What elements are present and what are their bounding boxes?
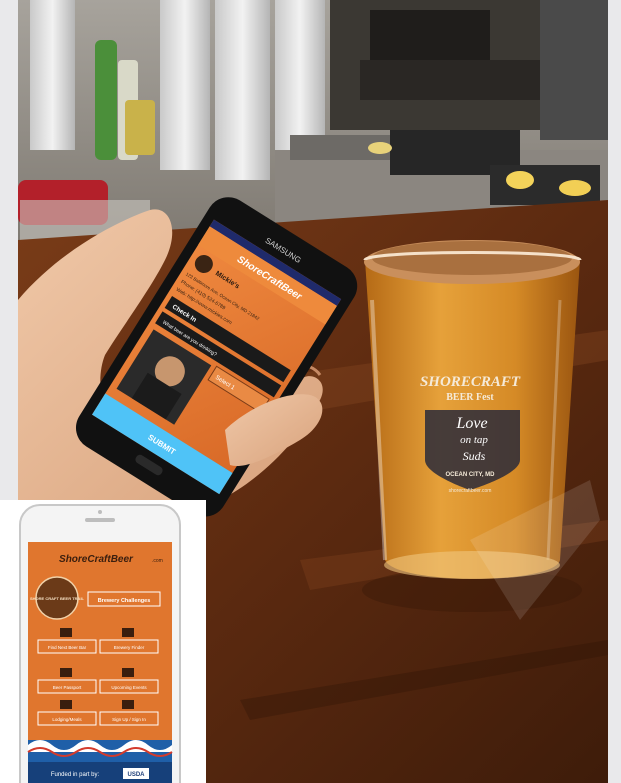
- glass-url: shorecraftbeer.com: [449, 488, 492, 494]
- brewery-finder-icon: [122, 628, 134, 637]
- grid-label-5: Sign Up / Sign In: [112, 717, 146, 722]
- inset-logo: ShoreCraftBeer: [59, 554, 134, 565]
- beer-bar-icon: [60, 628, 72, 637]
- glass-slogan-2: on tap: [460, 434, 488, 446]
- user-icon: [122, 700, 134, 709]
- glass-brand-bottom: BEER Fest: [446, 392, 494, 403]
- glass-location: OCEAN CITY, MD: [445, 472, 495, 478]
- brewery-challenges-label: Brewery Challenges: [98, 598, 151, 604]
- waves-footer: Funded in part by: USDA: [27, 740, 173, 783]
- lodging-icon: [60, 700, 72, 709]
- grid-label-3: Upcoming Events: [111, 685, 147, 690]
- glass-brand-top: SHORECRAFT: [420, 374, 521, 390]
- footer-text: Funded in part by:: [51, 772, 100, 778]
- grid-label-2: Beer Passport: [53, 685, 82, 690]
- glass-slogan-1: Love: [455, 415, 487, 432]
- grid-label-0: Find Next Beer Bar: [48, 645, 87, 650]
- trail-badge-text: SHORE CRAFT BEER TRAIL: [30, 596, 85, 601]
- passport-icon: [60, 668, 72, 677]
- app-inset: ShoreCraftBeer .com SHORE CRAFT BEER TRA…: [0, 500, 206, 783]
- photo-stage: SAMSUNG ShoreCraftBeer Mickie's 123 Balt…: [0, 0, 621, 783]
- grid-label-1: Brewery Finder: [114, 645, 145, 650]
- glass-slogan-3: Suds: [463, 449, 486, 463]
- inset-logo-suffix: .com: [152, 558, 163, 564]
- sponsor-logo: USDA: [127, 772, 145, 778]
- events-icon: [122, 668, 134, 677]
- grid-label-4: Lodging/Meals: [52, 717, 82, 722]
